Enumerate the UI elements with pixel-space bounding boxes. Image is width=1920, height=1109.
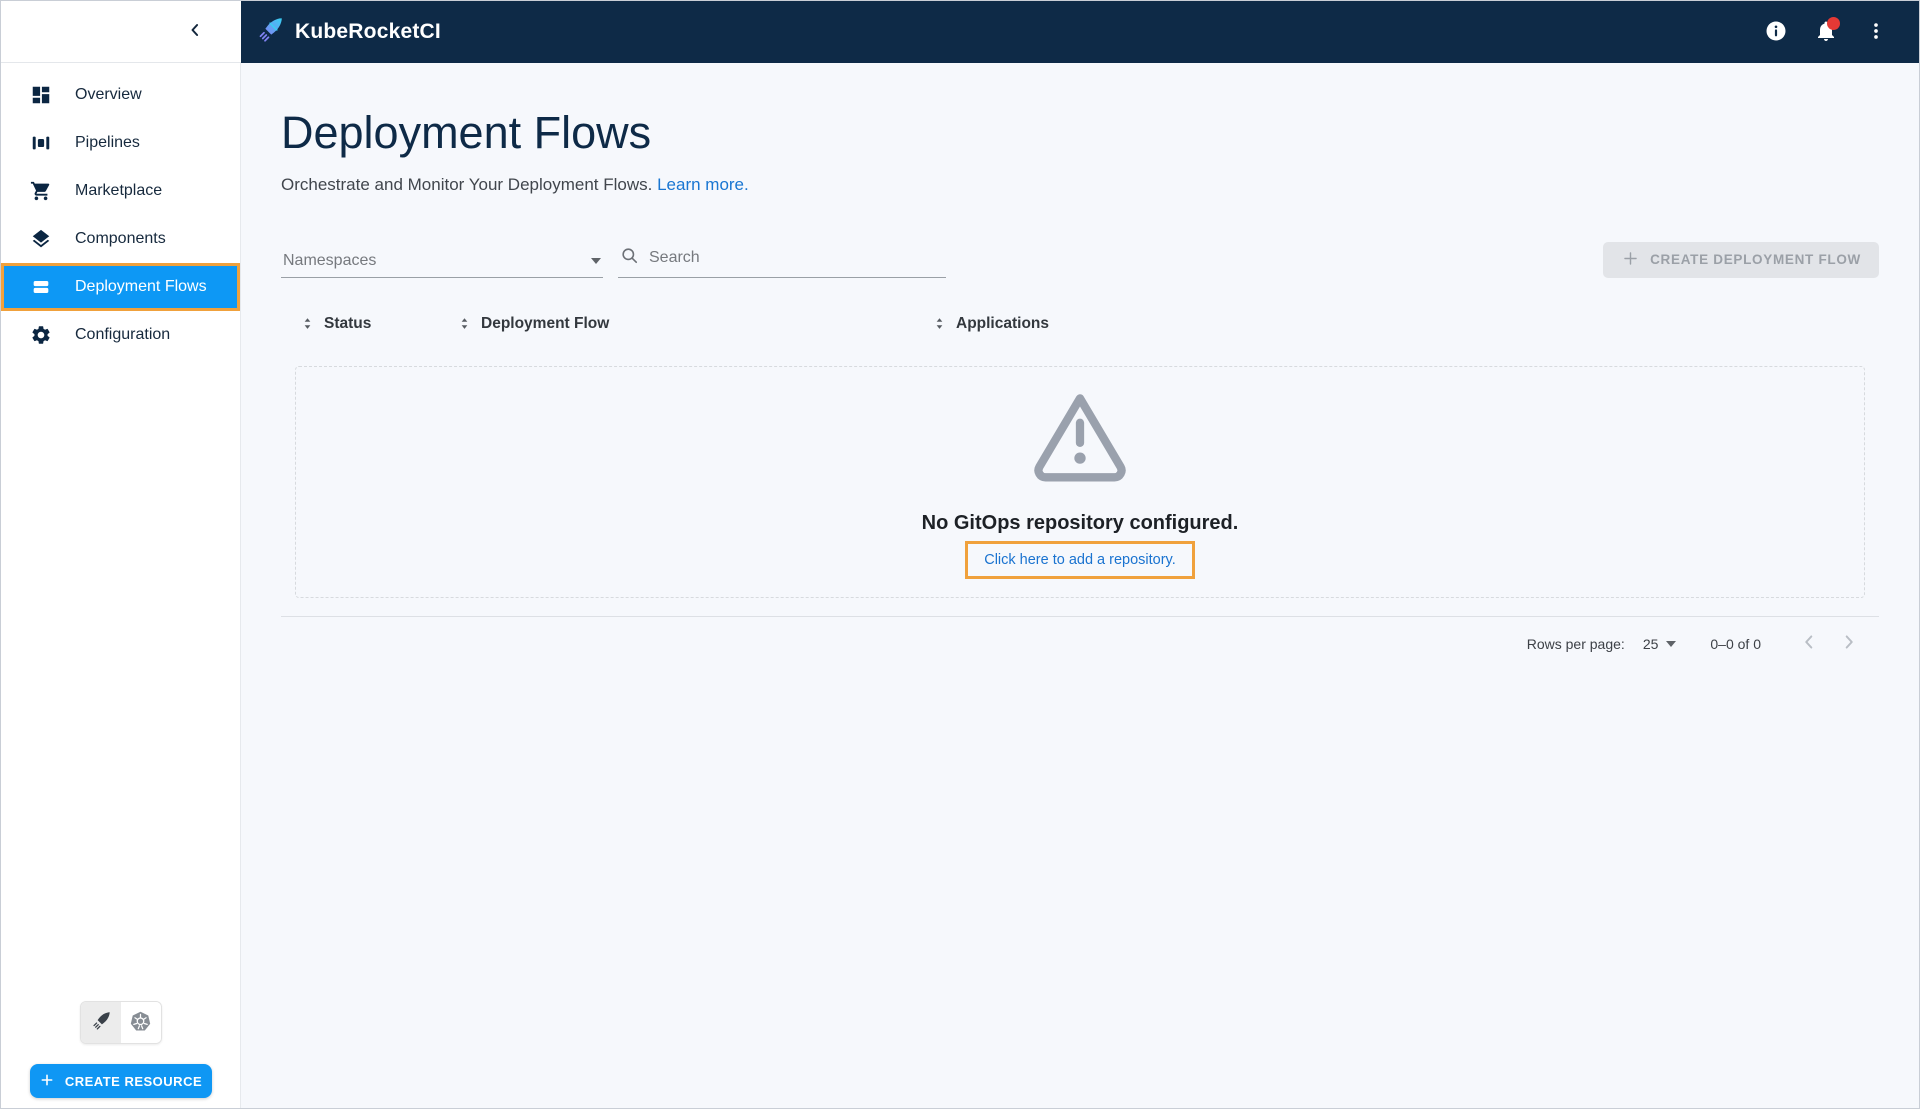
sidebar-item-components[interactable]: Components [1, 215, 240, 263]
empty-state-message: No GitOps repository configured. [922, 512, 1239, 535]
warning-triangle-icon [1026, 387, 1134, 488]
brand-title: KubeRocketCI [295, 20, 441, 44]
column-header-applications: Applications [931, 315, 1049, 333]
sidebar-item-marketplace[interactable]: Marketplace [1, 167, 240, 215]
sort-icon[interactable] [299, 315, 316, 332]
sidebar-collapse-button[interactable] [177, 14, 213, 50]
info-icon [1764, 19, 1788, 46]
sidebar-item-label: Overview [75, 86, 142, 104]
next-page-button[interactable] [1829, 624, 1869, 664]
learn-more-link[interactable]: Learn more. [657, 175, 749, 194]
info-button[interactable] [1755, 11, 1797, 53]
column-header-label: Applications [956, 315, 1049, 333]
cart-icon [29, 179, 53, 203]
kubernetes-icon [129, 1010, 152, 1036]
namespaces-select[interactable]: Namespaces [281, 245, 603, 278]
create-resource-label: CREATE RESOURCE [65, 1074, 202, 1089]
more-menu-button[interactable] [1855, 11, 1897, 53]
chevron-down-icon [1666, 641, 1676, 647]
namespaces-select-value: Namespaces [283, 252, 591, 270]
chevron-right-icon [1838, 631, 1860, 656]
dashboard-icon [29, 83, 53, 107]
create-resource-button[interactable]: CREATE RESOURCE [30, 1064, 212, 1098]
page-subtitle: Orchestrate and Monitor Your Deployment … [281, 175, 1879, 195]
chevron-left-icon [185, 20, 205, 43]
page-title: Deployment Flows [281, 107, 1879, 159]
sidebar-item-deployment-flows[interactable]: Deployment Flows [1, 263, 240, 311]
kuberocketci-view-toggle[interactable] [81, 1002, 121, 1043]
previous-page-button[interactable] [1789, 624, 1829, 664]
filter-bar: Namespaces CREATE DEPLOYMENT FLOW [281, 239, 1879, 278]
sidebar-item-label: Components [75, 230, 166, 248]
app-window: KubeRocketCI [0, 0, 1920, 1109]
subtitle-text: Orchestrate and Monitor Your Deployment … [281, 175, 652, 194]
create-deployment-flow-button[interactable]: CREATE DEPLOYMENT FLOW [1603, 242, 1879, 278]
add-repository-link[interactable]: Click here to add a repository. [984, 552, 1176, 568]
annotation-highlight-box: Click here to add a repository. [965, 541, 1195, 579]
column-header-label: Deployment Flow [481, 315, 609, 333]
search-icon [620, 246, 639, 270]
sidebar-item-label: Configuration [75, 326, 170, 344]
sort-icon[interactable] [456, 315, 473, 332]
sidebar-item-label: Marketplace [75, 182, 162, 200]
column-header-status: Status [299, 315, 456, 333]
kuberocketci-logo-icon [255, 15, 285, 50]
view-toggle-group [80, 1001, 162, 1044]
search-input[interactable] [649, 249, 944, 267]
sidebar-item-overview[interactable]: Overview [1, 71, 240, 119]
sidebar-item-label: Deployment Flows [75, 278, 207, 296]
rows-per-page-select[interactable]: 25 [1643, 636, 1677, 652]
rows-icon [29, 275, 53, 299]
sidebar-header [1, 1, 241, 63]
gear-icon [29, 323, 53, 347]
pagination-range: 0–0 of 0 [1710, 636, 1761, 652]
chevron-down-icon [591, 258, 601, 264]
sidebar-item-pipelines[interactable]: Pipelines [1, 119, 240, 167]
notifications-button[interactable] [1805, 11, 1847, 53]
rows-per-page-value: 25 [1643, 636, 1659, 652]
sidebar-item-label: Pipelines [75, 134, 140, 152]
top-bar-actions [1755, 11, 1897, 53]
rows-per-page-label: Rows per page: [1527, 636, 1625, 652]
brand: KubeRocketCI [255, 15, 441, 50]
kubernetes-view-toggle[interactable] [121, 1002, 161, 1043]
sidebar-footer: CREATE RESOURCE [1, 1001, 240, 1108]
layers-icon [29, 227, 53, 251]
main-content: Deployment Flows Orchestrate and Monitor… [241, 63, 1919, 1108]
plus-icon [1621, 249, 1640, 271]
column-header-label: Status [324, 315, 371, 333]
pipelines-icon [29, 131, 53, 155]
pagination-bar: Rows per page: 25 0–0 of 0 [281, 617, 1879, 671]
sidebar: Overview Pipelines Marketplace Component… [1, 63, 241, 1108]
chevron-left-icon [1798, 631, 1820, 656]
kebab-menu-icon [1865, 20, 1887, 45]
column-header-deployment-flow: Deployment Flow [456, 315, 931, 333]
notification-badge [1827, 17, 1840, 30]
search-field [618, 239, 946, 278]
create-deployment-flow-label: CREATE DEPLOYMENT FLOW [1650, 252, 1861, 267]
plus-icon [39, 1072, 55, 1091]
sidebar-item-configuration[interactable]: Configuration [1, 311, 240, 359]
sort-icon[interactable] [931, 315, 948, 332]
empty-state-panel: No GitOps repository configured. Click h… [295, 366, 1865, 598]
table-header-row: Status Deployment Flow Applications [281, 302, 1879, 346]
top-bar: KubeRocketCI [1, 1, 1919, 63]
rocket-icon [90, 1010, 112, 1035]
app-bar: KubeRocketCI [241, 1, 1919, 63]
